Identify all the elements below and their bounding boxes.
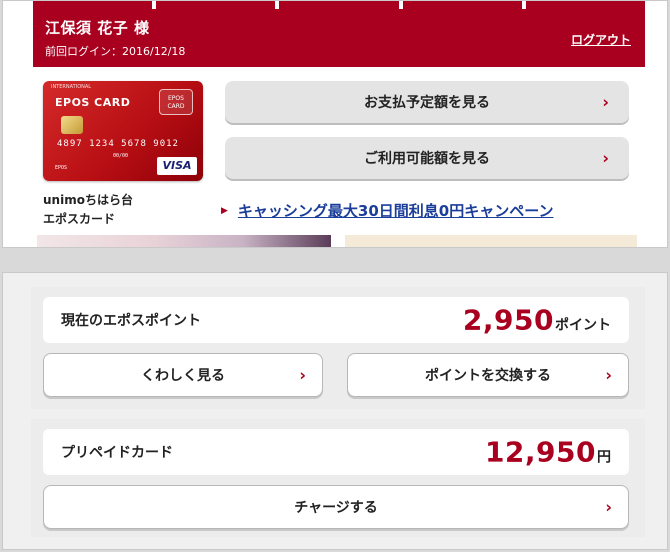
card-number-text: 4897 1234 5678 9012 xyxy=(57,139,179,149)
triangle-right-icon: ▶ xyxy=(221,205,228,216)
chevron-right-icon: › xyxy=(602,92,609,112)
tab-segment[interactable] xyxy=(156,1,276,9)
exchange-points-label: ポイントを交換する xyxy=(425,368,551,384)
cashing-campaign-link[interactable]: ▶ キャッシング最大30日間利息0円キャンペーン xyxy=(221,200,554,221)
tab-segment[interactable] xyxy=(525,1,646,9)
campaign-link-text[interactable]: キャッシング最大30日間利息0円キャンペーン xyxy=(238,200,554,221)
prepaid-unit: 円 xyxy=(597,449,611,466)
card-emblem-logo: EPOS CARD xyxy=(159,89,193,115)
points-label: 現在のエポスポイント xyxy=(61,313,201,329)
tab-segment[interactable] xyxy=(33,1,153,9)
card-name-line2: エポスカード xyxy=(43,212,116,226)
view-payment-amount-button[interactable]: お支払予定額を見る › xyxy=(225,81,629,123)
account-summary-panel: 江保須 花子 様 前回ログイン：2016/12/18 ログアウト INTERNA… xyxy=(2,0,668,248)
prepaid-number: 12,950 xyxy=(484,435,596,469)
logout-link[interactable]: ログアウト xyxy=(571,31,631,48)
points-details-button[interactable]: くわしく見る › xyxy=(43,353,323,397)
exchange-points-button[interactable]: ポイントを交換する › xyxy=(347,353,629,397)
card-valid-text: 00/00 xyxy=(113,153,129,159)
chevron-right-icon: › xyxy=(605,365,612,385)
view-payment-amount-label: お支払予定額を見る xyxy=(364,95,490,111)
chevron-right-icon: › xyxy=(605,497,612,517)
prepaid-balance-row: プリペイドカード 12,950 円 xyxy=(43,429,629,475)
card-name-line1: unimoちはら台 xyxy=(43,193,133,207)
promo-banner-left[interactable] xyxy=(37,235,331,247)
points-details-label: くわしく見る xyxy=(141,368,225,384)
prepaid-card-section: プリペイドカード 12,950 円 チャージする › xyxy=(31,419,645,537)
tab-segment[interactable] xyxy=(279,1,399,9)
card-holder-text: EPOS xyxy=(55,165,68,171)
card-international-text: INTERNATIONAL xyxy=(51,84,92,90)
points-prepaid-panel: 現在のエポスポイント 2,950 ポイント くわしく見る › ポイントを交換する… xyxy=(2,272,668,550)
chevron-right-icon: › xyxy=(602,148,609,168)
tab-segment[interactable] xyxy=(402,1,522,9)
epos-points-section: 現在のエポスポイント 2,950 ポイント くわしく見る › ポイントを交換する… xyxy=(31,287,645,409)
member-header: 江保須 花子 様 前回ログイン：2016/12/18 ログアウト xyxy=(33,9,645,67)
prepaid-label: プリペイドカード xyxy=(61,445,173,461)
prepaid-value: 12,950 円 xyxy=(485,436,611,469)
visa-logo: VISA xyxy=(157,157,197,175)
points-value: 2,950 ポイント xyxy=(463,304,611,337)
promo-banner-right[interactable] xyxy=(345,235,637,247)
charge-label: チャージする xyxy=(294,500,378,516)
view-available-amount-label: ご利用可能額を見る xyxy=(364,151,490,167)
points-balance-row: 現在のエポスポイント 2,950 ポイント xyxy=(43,297,629,343)
points-number: 2,950 xyxy=(462,303,554,337)
card-name: unimoちはら台 エポスカード xyxy=(43,191,133,229)
card-brand-text: EPOS CARD xyxy=(55,96,131,109)
points-unit: ポイント xyxy=(555,317,611,334)
chevron-right-icon: › xyxy=(299,365,306,385)
credit-card-image: INTERNATIONAL EPOS CARD EPOS CARD 4897 1… xyxy=(43,81,203,181)
user-name: 江保須 花子 様 xyxy=(45,19,150,37)
last-login-date: 前回ログイン：2016/12/18 xyxy=(45,45,186,58)
view-available-amount-button[interactable]: ご利用可能額を見る › xyxy=(225,137,629,179)
top-tab-strip xyxy=(33,1,646,9)
charge-button[interactable]: チャージする › xyxy=(43,485,629,529)
card-chip-icon xyxy=(61,116,83,134)
